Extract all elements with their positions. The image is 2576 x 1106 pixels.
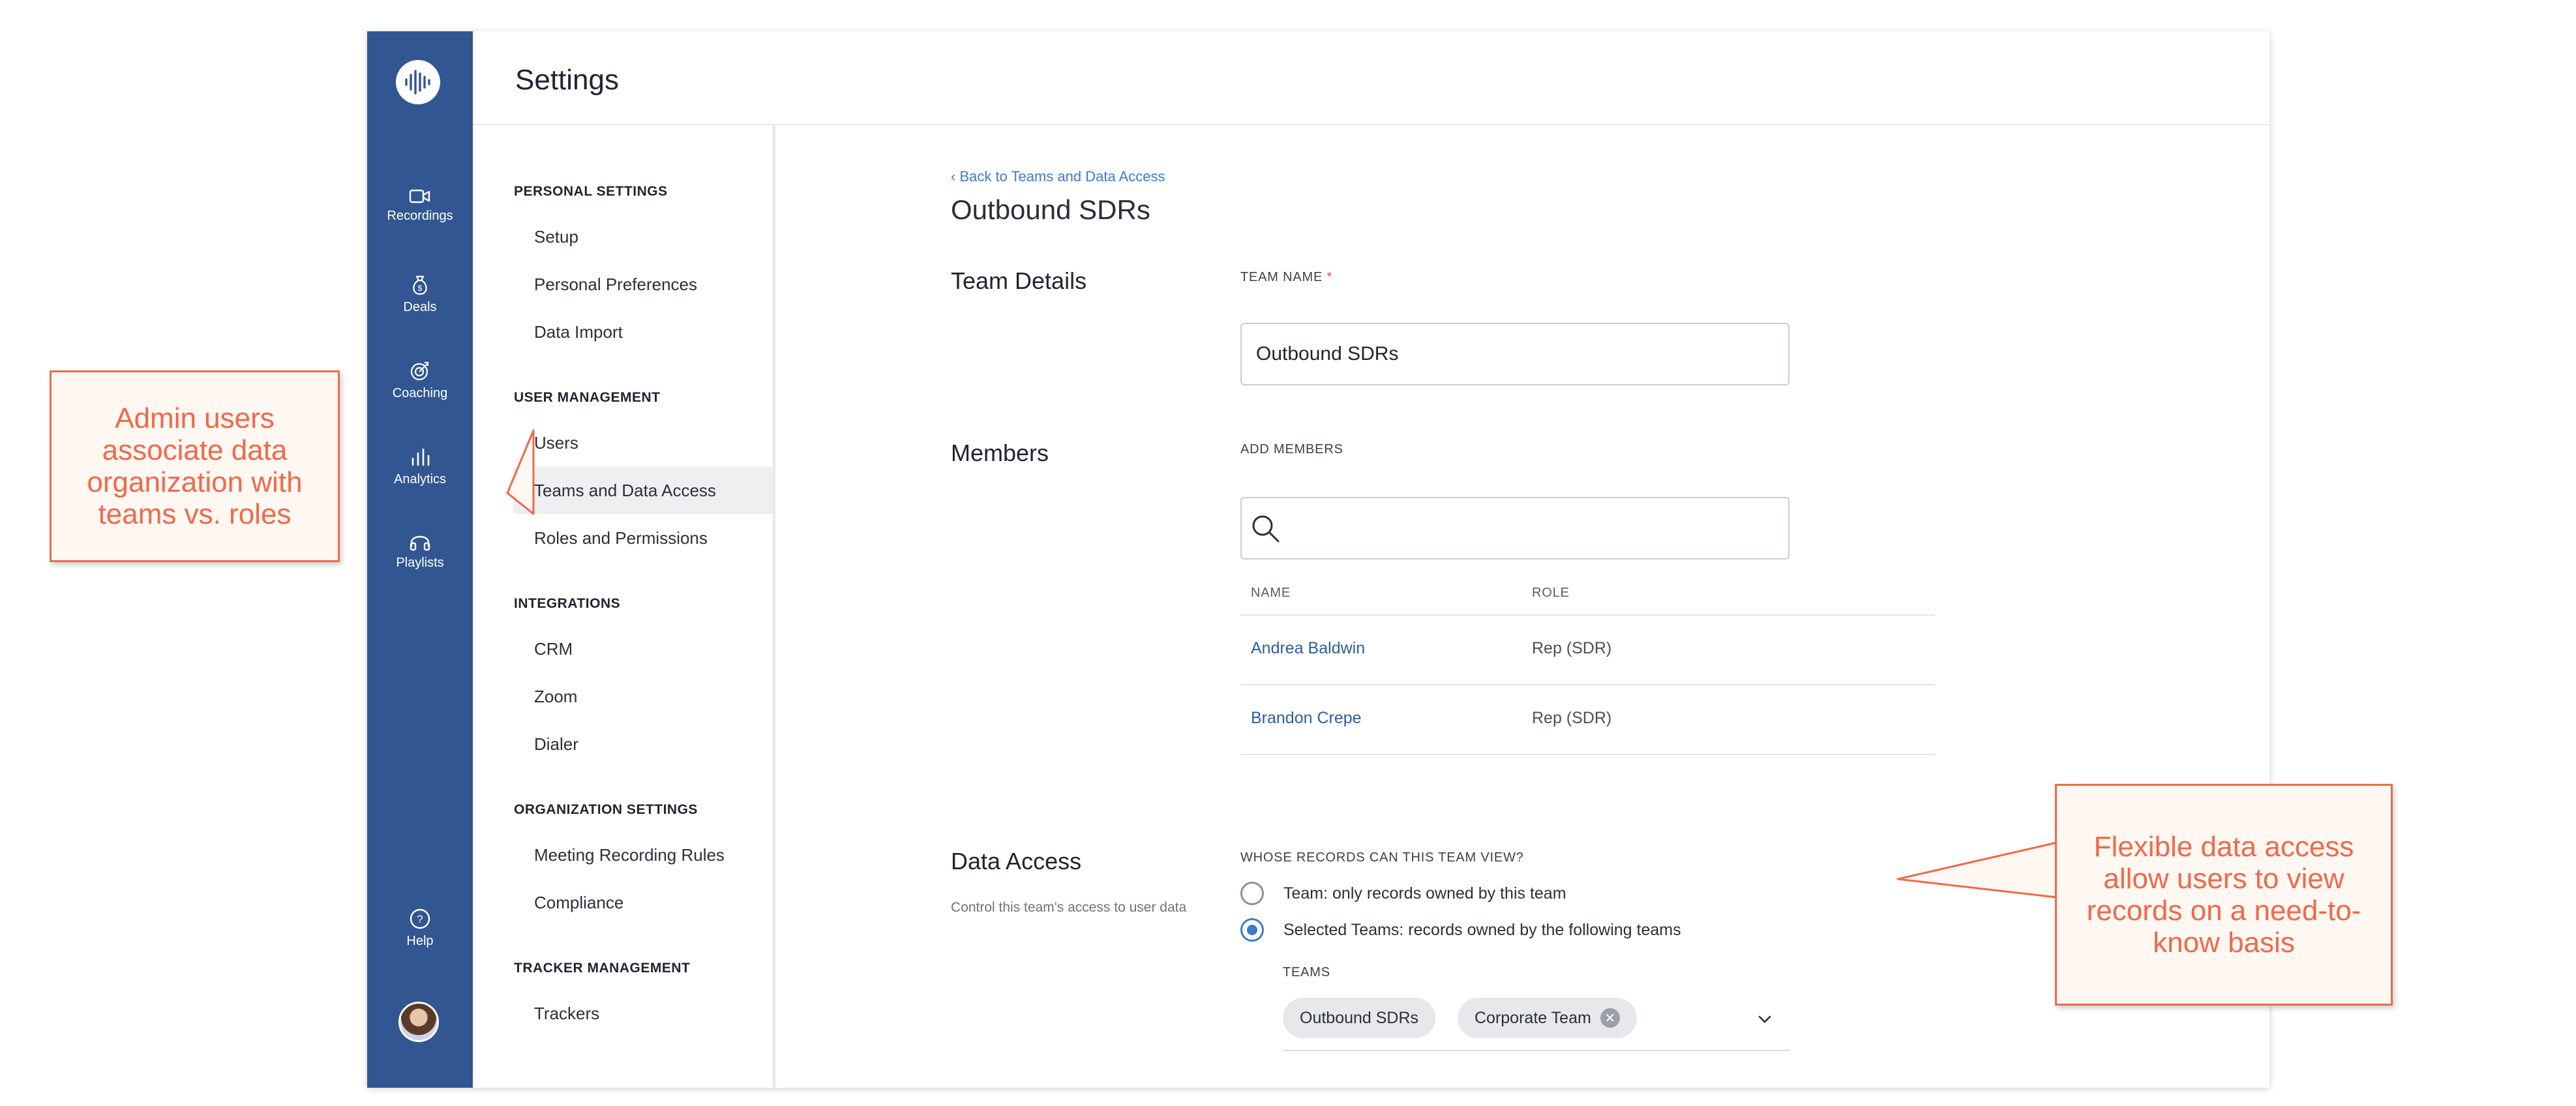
callout-right: Flexible data access allow users to view… <box>2055 784 2393 1006</box>
callout-left: Admin users associate data organization … <box>50 370 340 562</box>
left-callout-pointer <box>506 429 535 515</box>
right-callout-pointer <box>1896 841 2058 899</box>
callout-left-text: Admin users associate data organization … <box>87 402 303 530</box>
callout-right-text: Flexible data access allow users to view… <box>2086 831 2361 959</box>
